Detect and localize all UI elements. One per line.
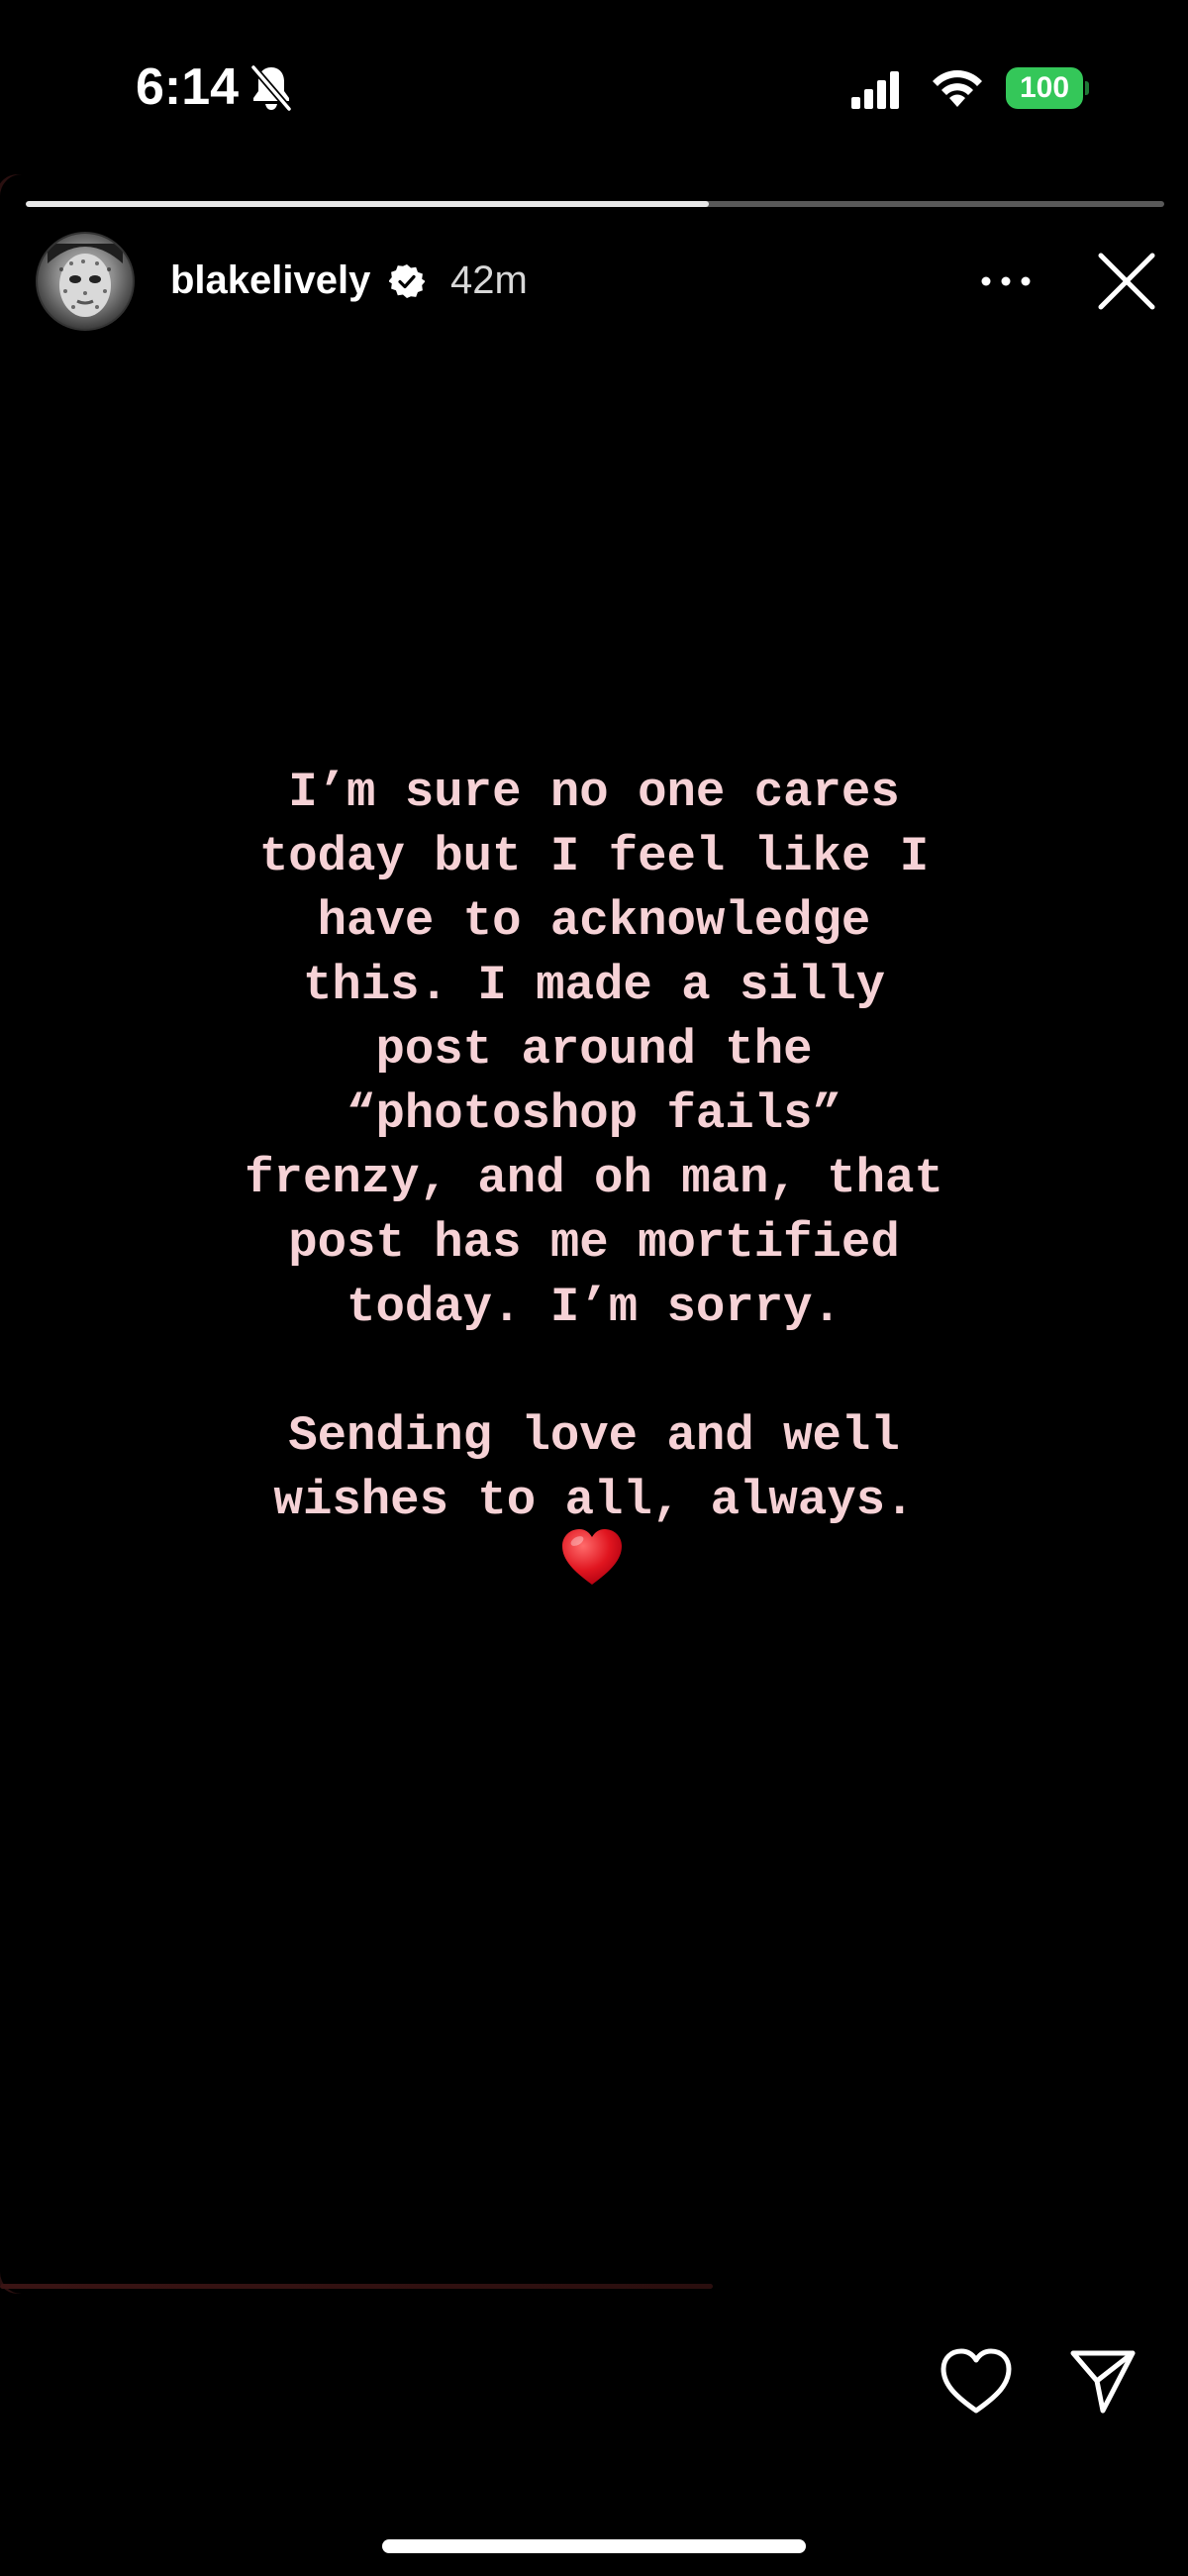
home-indicator[interactable] bbox=[382, 2539, 806, 2553]
verified-badge-icon bbox=[389, 264, 425, 298]
heart-emoji bbox=[562, 1529, 622, 1585]
story-progress-bar bbox=[26, 201, 1164, 207]
heart-like-icon[interactable] bbox=[939, 2347, 1014, 2417]
battery-icon: 100 bbox=[1006, 67, 1089, 109]
battery-level: 100 bbox=[1019, 71, 1070, 104]
bell-slash-icon bbox=[250, 64, 292, 112]
story-progress-fill bbox=[26, 201, 709, 207]
story-text: I’m sure no one cares today but I feel l… bbox=[245, 765, 943, 1528]
avatar-image bbox=[48, 244, 123, 317]
close-icon[interactable] bbox=[1097, 252, 1156, 311]
status-time: 6:14 bbox=[136, 58, 240, 116]
cellular-signal-icon bbox=[851, 71, 899, 109]
post-time: 42m bbox=[450, 258, 528, 302]
send-share-icon[interactable] bbox=[1067, 2345, 1138, 2417]
wifi-icon bbox=[933, 70, 982, 107]
username[interactable]: blakelively bbox=[170, 256, 370, 305]
avatar[interactable] bbox=[36, 232, 135, 331]
frame-edge bbox=[0, 2284, 713, 2289]
status-bar: 6:14 100 bbox=[0, 0, 1188, 178]
more-options-icon[interactable] bbox=[978, 261, 1034, 301]
